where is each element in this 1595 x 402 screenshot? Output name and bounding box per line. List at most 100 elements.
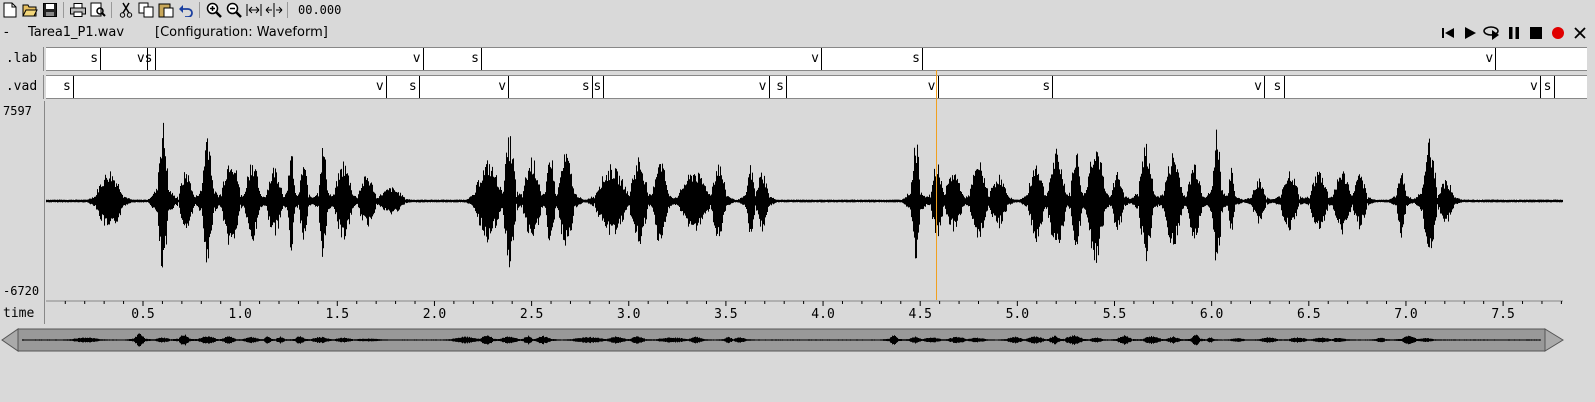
pause-icon[interactable]: [1505, 24, 1523, 42]
axis-tick-label: 2.0: [423, 307, 446, 322]
file-info-bar: - Tarea1_P1.wav [Configuration: Waveform…: [0, 24, 1595, 42]
waveform-plot[interactable]: [46, 101, 1563, 300]
new-file-icon[interactable]: [0, 0, 20, 20]
toolbar-separator: [63, 2, 64, 18]
axis-tick-label: 5.5: [1103, 307, 1126, 322]
axis-tick-label: 6.0: [1200, 307, 1223, 322]
time-axis: 0.5 1.0 1.5 2.0 2.5 3.0 3.5 4.0 4.5 5.0 5.5 6.0 6.5 7…: [46, 300, 1563, 324]
vad-boundary-line[interactable]: [508, 76, 510, 98]
stop-icon[interactable]: [1527, 24, 1545, 42]
vad-track-name: .vad: [0, 75, 44, 99]
lab-track: .lab svsvsvsv: [0, 47, 1595, 71]
cut-icon[interactable]: [116, 0, 136, 20]
vad-boundary-label: s: [581, 79, 590, 94]
vad-boundary-label: s: [1042, 79, 1051, 94]
lab-boundary-label: s: [471, 51, 479, 66]
loop-play-icon[interactable]: [1483, 24, 1501, 42]
toolbar-separator: [199, 2, 200, 18]
vad-boundary-line[interactable]: [786, 76, 788, 98]
axis-tick-label: 0.5: [131, 307, 154, 322]
lab-boundary-line[interactable]: [1495, 48, 1497, 70]
playback-cursor[interactable]: [935, 70, 937, 300]
lab-boundary-line[interactable]: [481, 48, 483, 70]
vad-boundary-label: v: [758, 79, 767, 94]
lab-boundary-label: s: [90, 51, 99, 66]
zoom-in-icon[interactable]: [204, 0, 224, 20]
print-preview-icon[interactable]: [88, 0, 108, 20]
time-axis-label: time: [3, 306, 35, 321]
vad-track: .vad svsvssvsvsvsvs: [0, 75, 1595, 99]
panel-divider: [44, 101, 45, 324]
overview-waveform[interactable]: [0, 326, 1565, 354]
vad-boundary-line[interactable]: [1283, 76, 1285, 98]
lab-boundary-line[interactable]: [422, 48, 424, 70]
collapse-dash[interactable]: -: [4, 25, 9, 40]
undo-icon[interactable]: [176, 0, 196, 20]
axis-tick-label: 7.5: [1491, 307, 1514, 322]
lab-boundary-label: s: [144, 51, 153, 66]
zoom-fit-icon[interactable]: [244, 0, 264, 20]
paste-icon[interactable]: [156, 0, 176, 20]
vad-boundary-line[interactable]: [1540, 76, 1542, 98]
lab-boundary-line[interactable]: [100, 48, 102, 70]
file-name: Tarea1_P1.wav: [28, 25, 125, 40]
lab-boundary-label: v: [412, 51, 421, 66]
vad-boundary-line[interactable]: [1052, 76, 1054, 98]
zoom-out-icon[interactable]: [224, 0, 244, 20]
configuration-label: [Configuration: Waveform]: [155, 25, 328, 40]
waveform-view[interactable]: [46, 101, 1563, 300]
axis-tick-label: 6.5: [1297, 307, 1320, 322]
vad-boundary-label: s: [63, 79, 71, 94]
axis-tick-label: 3.0: [617, 307, 640, 322]
skip-start-icon[interactable]: [1439, 24, 1457, 42]
vad-boundary-line[interactable]: [603, 76, 605, 98]
vad-boundary-label: s: [776, 79, 784, 94]
lab-boundary-label: v: [1485, 51, 1494, 66]
vad-boundary-label: s: [408, 79, 417, 94]
print-icon[interactable]: [68, 0, 88, 20]
waveform-signal: [46, 122, 1563, 268]
vad-boundary-line[interactable]: [73, 76, 75, 98]
vad-boundary-line[interactable]: [418, 76, 420, 98]
vad-boundary-line[interactable]: [937, 76, 939, 98]
vad-boundary-line[interactable]: [1264, 76, 1266, 98]
amplitude-max-label: 7597: [3, 104, 32, 118]
save-icon[interactable]: [40, 0, 60, 20]
play-icon[interactable]: [1461, 24, 1479, 42]
scroll-left-icon[interactable]: [1, 328, 19, 352]
vad-boundary-label: v: [375, 79, 384, 94]
lab-boundary-line[interactable]: [821, 48, 823, 70]
scroll-right-icon[interactable]: [1544, 328, 1564, 352]
overview-scrollbar[interactable]: [0, 326, 1565, 354]
lab-track-body[interactable]: svsvsvsv: [46, 47, 1587, 71]
vad-track-body[interactable]: svsvssvsvsvsvs: [46, 75, 1587, 99]
vad-boundary-label: v: [1530, 79, 1538, 94]
lab-boundary-line[interactable]: [154, 48, 156, 70]
toolbar: 00.000: [0, 0, 1595, 20]
axis-tick-label: 2.5: [520, 307, 543, 322]
toolbar-separator: [287, 2, 288, 18]
open-folder-icon[interactable]: [20, 0, 40, 20]
axis-tick-label: 4.5: [908, 307, 931, 322]
zoom-selection-icon[interactable]: [264, 0, 284, 20]
axis-tick-label: 1.5: [326, 307, 349, 322]
lab-track-name: .lab: [0, 47, 44, 71]
lab-boundary-label: v: [136, 51, 145, 66]
close-icon[interactable]: [1571, 24, 1589, 42]
vad-boundary-line[interactable]: [385, 76, 387, 98]
vad-boundary-label: v: [1254, 79, 1262, 94]
lab-boundary-label: v: [811, 51, 819, 66]
lab-boundary-line[interactable]: [922, 48, 924, 70]
player-controls: [1439, 24, 1589, 42]
axis-tick-label: 1.0: [228, 307, 251, 322]
lab-boundary-label: s: [912, 51, 920, 66]
vad-boundary-line[interactable]: [768, 76, 770, 98]
record-icon[interactable]: [1549, 24, 1567, 42]
copy-icon[interactable]: [136, 0, 156, 20]
time-axis-ruler: 0.5 1.0 1.5 2.0 2.5 3.0 3.5 4.0 4.5 5.0 5.5 6.0 6.5 7…: [46, 300, 1563, 322]
vad-boundary-label: v: [927, 79, 936, 94]
vad-boundary-label: v: [498, 79, 507, 94]
vad-boundary-line[interactable]: [1553, 76, 1555, 98]
toolbar-separator: [111, 2, 112, 18]
vad-boundary-label: s: [593, 79, 602, 94]
